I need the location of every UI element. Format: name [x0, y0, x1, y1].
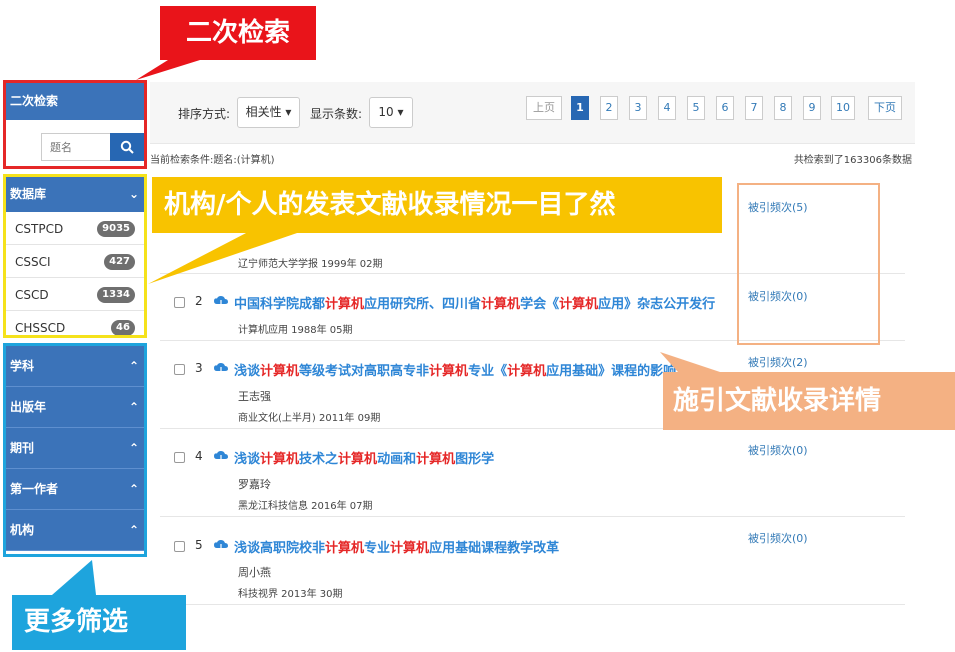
annotation-secondary-search: 二次检索 — [160, 6, 316, 60]
annotation-more-filters: 更多筛选 — [12, 595, 186, 650]
annotation-publication-overview: 机构/个人的发表文献收录情况一目了然 — [152, 177, 722, 233]
callout-pointers — [52, 60, 720, 595]
annotation-citation-details: 施引文献收录详情 — [663, 372, 955, 430]
